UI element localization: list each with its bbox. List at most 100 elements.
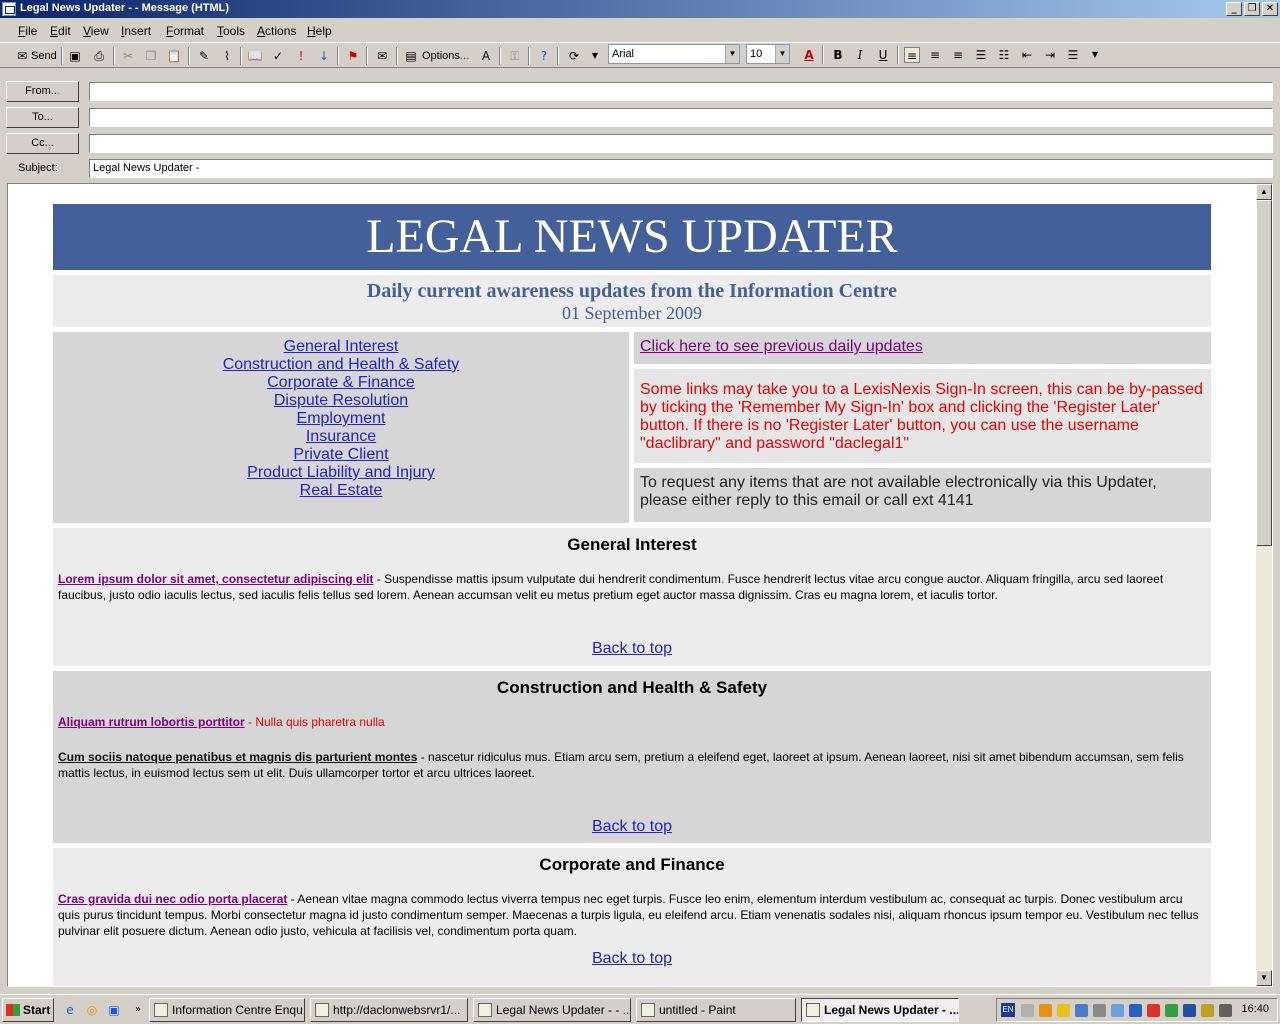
subject-label: Subject:: [18, 162, 58, 174]
nav-link-construction[interactable]: Construction and Health & Safety: [53, 356, 629, 374]
previous-updates-link[interactable]: Click here to see previous daily updates: [640, 338, 923, 355]
nav-link-dispute-resolution[interactable]: Dispute Resolution: [53, 392, 629, 410]
low-importance-icon[interactable]: ↓: [316, 48, 332, 64]
high-importance-icon[interactable]: !: [293, 48, 309, 64]
start-button[interactable]: Start: [2, 998, 54, 1022]
font-size-icon[interactable]: A: [478, 48, 494, 64]
quicklaunch-overflow-icon[interactable]: »: [130, 1002, 146, 1018]
print-icon[interactable]: ⎙: [91, 48, 107, 64]
sync-icon[interactable]: ⟳: [566, 48, 582, 64]
tray-icon[interactable]: [1183, 1004, 1196, 1017]
nav-link-insurance[interactable]: Insurance: [53, 428, 629, 446]
menu-edit[interactable]: Edit: [50, 24, 71, 38]
vertical-scrollbar[interactable]: ▲ ▼: [1256, 184, 1272, 986]
toolbar-overflow-icon[interactable]: ▼: [587, 48, 603, 64]
paste-icon[interactable]: 📋: [166, 48, 182, 64]
task-legal-news-updater-1[interactable]: Legal News Updater - - ...: [473, 998, 631, 1022]
scroll-up-icon[interactable]: ▲: [1256, 184, 1272, 200]
options-button[interactable]: Options...: [422, 47, 469, 65]
permissions-icon[interactable]: ⚿: [507, 48, 523, 64]
task-information-centre[interactable]: Information Centre Enqu...: [149, 998, 305, 1022]
previous-updates-box: Click here to see previous daily updates: [634, 332, 1211, 364]
tray-icon[interactable]: [1165, 1004, 1178, 1017]
tray-icon[interactable]: [1147, 1004, 1160, 1017]
from-button[interactable]: From...: [6, 81, 79, 102]
nav-link-general-interest[interactable]: General Interest: [53, 338, 629, 356]
back-to-top-link[interactable]: Back to top: [58, 951, 1206, 967]
task-browser[interactable]: http://daclonwebsrvr1/...: [310, 998, 468, 1022]
article-link[interactable]: Cras gravida dui nec odio porta placerat: [58, 892, 287, 906]
close-icon[interactable]: ✕: [1262, 2, 1278, 16]
title-bar[interactable]: Legal News Updater - - Message (HTML) _ …: [0, 0, 1280, 18]
nav-link-product-liability[interactable]: Product Liability and Injury: [53, 464, 629, 482]
menu-help[interactable]: Help: [307, 24, 332, 38]
tray-icon[interactable]: [1021, 1004, 1034, 1017]
minimize-icon[interactable]: _: [1226, 2, 1242, 16]
copy-icon[interactable]: ❐: [143, 48, 159, 64]
outlook-icon[interactable]: ◎: [84, 1002, 100, 1018]
message-icon: [806, 1003, 820, 1017]
paint-icon: [641, 1003, 655, 1017]
task-legal-news-updater-2[interactable]: Legal News Updater - ...: [801, 998, 959, 1022]
check-names-icon[interactable]: ✓: [270, 48, 286, 64]
flag-icon[interactable]: ⚑: [345, 48, 361, 64]
subject-field[interactable]: Legal News Updater -: [89, 159, 1273, 178]
menu-bar: File Edit View Insert Format Tools Actio…: [0, 20, 1280, 42]
tray-icon[interactable]: [1039, 1004, 1052, 1017]
cut-icon[interactable]: ✂: [120, 48, 136, 64]
menu-insert[interactable]: Insert: [121, 24, 151, 38]
insert-file-icon[interactable]: ✎: [196, 48, 212, 64]
tray-icon[interactable]: [1201, 1004, 1214, 1017]
to-field[interactable]: [89, 108, 1273, 127]
envelope-open-icon[interactable]: ✉: [374, 48, 390, 64]
task-paint[interactable]: untitled - Paint: [636, 998, 796, 1022]
options-icon: ▤: [405, 49, 417, 63]
menu-file[interactable]: File: [18, 24, 37, 38]
restore-icon[interactable]: ❐: [1244, 2, 1260, 16]
system-tray: EN 16:40: [996, 998, 1278, 1022]
internet-explorer-icon[interactable]: e: [62, 1002, 78, 1018]
language-indicator[interactable]: EN: [1001, 1003, 1015, 1017]
request-notice: To request any items that are not availa…: [634, 468, 1211, 522]
tray-icon[interactable]: [1057, 1004, 1070, 1017]
tray-icon[interactable]: [1075, 1004, 1088, 1017]
menu-format[interactable]: Format: [166, 24, 204, 38]
scroll-down-icon[interactable]: ▼: [1256, 970, 1272, 986]
nav-link-employment[interactable]: Employment: [53, 410, 629, 428]
newsletter-banner: LEGAL NEWS UPDATER: [53, 204, 1211, 270]
tray-icon[interactable]: [1111, 1004, 1124, 1017]
attach-icon[interactable]: ⌇: [219, 48, 235, 64]
cc-field[interactable]: [89, 134, 1273, 153]
chevron-down-icon[interactable]: ▼: [775, 45, 789, 63]
font-size-select[interactable]: 10 ▼: [746, 44, 790, 64]
back-to-top-link[interactable]: Back to top: [58, 819, 1206, 835]
tray-icon[interactable]: [1219, 1004, 1232, 1017]
nav-link-corporate-finance[interactable]: Corporate & Finance: [53, 374, 629, 392]
scroll-thumb[interactable]: [1256, 200, 1272, 546]
menu-view[interactable]: View: [83, 24, 109, 38]
tray-icon[interactable]: [1129, 1004, 1142, 1017]
newsletter-date: 01 September 2009: [562, 303, 702, 323]
menu-tools[interactable]: Tools: [217, 24, 245, 38]
article-link[interactable]: Cum sociis natoque penatibus et magnis d…: [58, 750, 417, 764]
help-icon[interactable]: ?: [536, 48, 552, 64]
font-name-select[interactable]: Arial ▼: [608, 44, 740, 64]
desktop-icon[interactable]: ▣: [106, 1002, 122, 1018]
send-button[interactable]: Send: [31, 47, 57, 65]
nav-link-real-estate[interactable]: Real Estate: [53, 482, 629, 500]
nav-link-private-client[interactable]: Private Client: [53, 446, 629, 464]
message-body[interactable]: LEGAL NEWS UPDATER Daily current awarene…: [7, 183, 1273, 987]
tray-icon[interactable]: [1093, 1004, 1106, 1017]
chevron-down-icon[interactable]: ▼: [725, 45, 739, 63]
newsletter: LEGAL NEWS UPDATER Daily current awarene…: [53, 204, 1211, 986]
article-link[interactable]: Aliquam rutrum lobortis porttitor: [58, 715, 245, 729]
cc-button[interactable]: Cc...: [6, 133, 79, 154]
message-window-icon: [2, 2, 16, 16]
to-button[interactable]: To...: [6, 107, 79, 128]
save-icon[interactable]: ▣: [67, 48, 83, 64]
from-field[interactable]: [89, 82, 1273, 101]
address-book-icon[interactable]: 📖: [247, 48, 263, 64]
menu-actions[interactable]: Actions: [257, 24, 296, 38]
article-link[interactable]: Lorem ipsum dolor sit amet, consectetur …: [58, 572, 373, 586]
back-to-top-link[interactable]: Back to top: [58, 641, 1206, 657]
